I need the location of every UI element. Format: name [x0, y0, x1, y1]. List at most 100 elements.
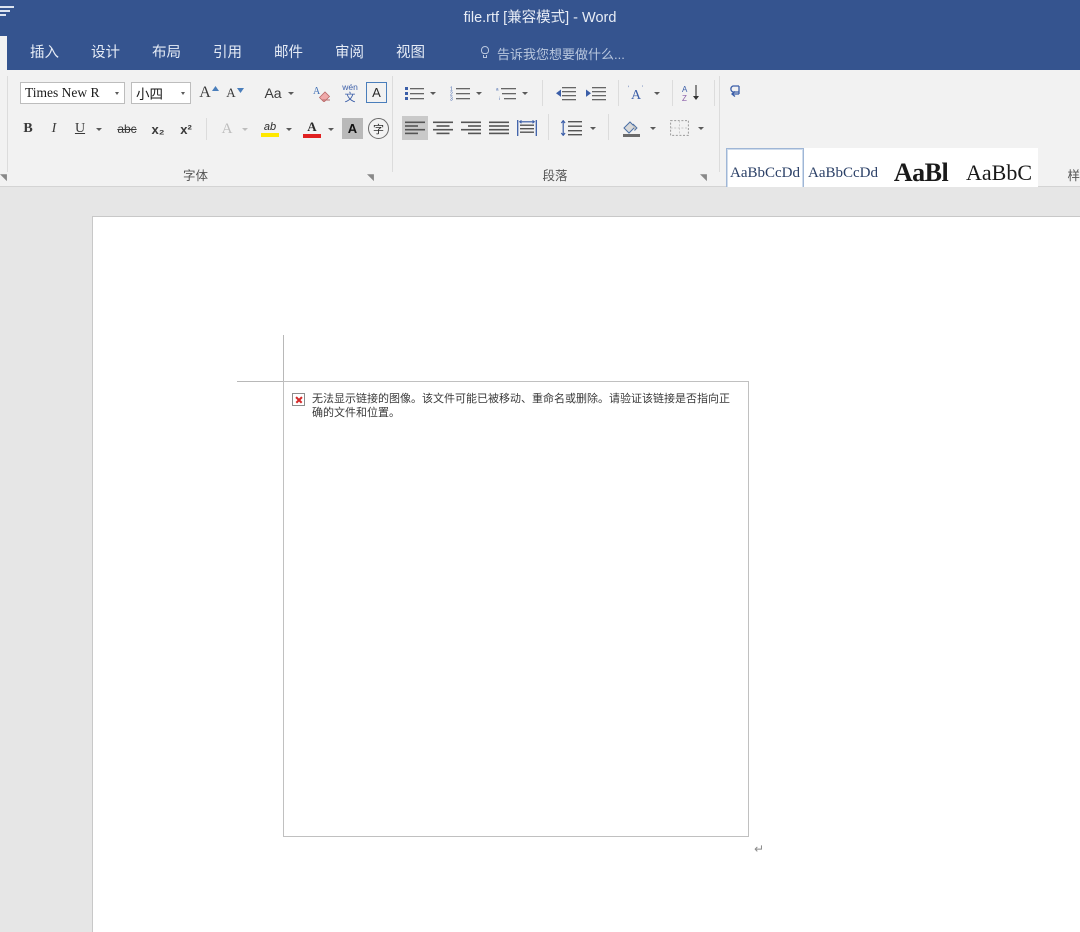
- enclose-characters-label: 字: [373, 123, 384, 136]
- paragraph-mark: ↵: [754, 842, 765, 856]
- font-group-label: 字体: [182, 169, 208, 183]
- font-size-combo[interactable]: 小四: [131, 82, 191, 104]
- align-right-icon[interactable]: [458, 116, 484, 140]
- sort-az-icon[interactable]: A Z: [680, 80, 706, 106]
- phonetic-guide-bottom: 文: [344, 91, 356, 104]
- asian-layout-icon[interactable]: A ‘ ’: [626, 82, 650, 104]
- paragraph-sep-5: [548, 114, 549, 140]
- borders-icon[interactable]: [666, 116, 692, 140]
- tab-review[interactable]: 审阅: [319, 36, 380, 70]
- bold-label: B: [23, 121, 33, 136]
- tell-me-placeholder: 告诉我您想要做什么...: [497, 46, 625, 62]
- paragraph-sep-6: [608, 114, 609, 140]
- change-case-button[interactable]: Aa: [258, 82, 300, 104]
- style-preview: AaBbCcDd: [808, 164, 878, 181]
- tab-view[interactable]: 视图: [380, 36, 441, 70]
- bullet-list-icon[interactable]: [402, 82, 426, 104]
- text-highlight-color-button[interactable]: ab: [258, 116, 282, 142]
- broken-image-red-x-icon: [292, 393, 305, 406]
- file-tab-sliver[interactable]: [0, 36, 7, 70]
- clear-formatting-icon[interactable]: A: [310, 82, 334, 104]
- numbered-list-dropdown[interactable]: [472, 82, 486, 104]
- paragraph-sep-1: [542, 80, 543, 106]
- font-color-dropdown[interactable]: [324, 118, 338, 140]
- strikethrough-button[interactable]: abc: [112, 118, 142, 140]
- character-border-icon[interactable]: A: [366, 82, 387, 103]
- underline-button[interactable]: U: [70, 118, 90, 140]
- broken-image-placeholder[interactable]: 无法显示链接的图像。该文件可能已被移动、重命名或删除。请验证该链接是否指向正确的…: [283, 381, 749, 837]
- shading-dropdown[interactable]: [646, 116, 660, 140]
- paragraph-group: 1 2 3 a i A ‘ ’ A Z 段落 ◥: [394, 70, 740, 186]
- ribbon: ◥ Times New R 小四 A A Aa A wén 文 A B I U …: [0, 70, 1080, 222]
- bullet-list-dropdown[interactable]: [426, 82, 440, 104]
- paragraph-sep-3: [672, 80, 673, 106]
- shading-icon[interactable]: [618, 116, 644, 140]
- superscript-button[interactable]: x²: [174, 118, 198, 140]
- tab-design[interactable]: 设计: [75, 36, 136, 70]
- line-spacing-icon[interactable]: [558, 116, 584, 140]
- phonetic-guide-top: wén: [342, 81, 358, 92]
- tab-insert[interactable]: 插入: [14, 36, 75, 70]
- italic-label: I: [51, 121, 57, 136]
- svg-text:a: a: [496, 86, 499, 91]
- margin-crop-mark-vertical: [283, 335, 284, 381]
- font-group: Times New R 小四 A A Aa A wén 文 A B I U ab…: [8, 70, 389, 186]
- font-color-label: A: [307, 119, 317, 134]
- paragraph-sep-2: [618, 80, 619, 106]
- font-name-combo[interactable]: Times New R: [20, 82, 125, 104]
- tab-references[interactable]: 引用: [197, 36, 258, 70]
- font-name-value: Times New R: [25, 85, 100, 100]
- text-effects-label: A: [221, 120, 233, 137]
- window-title: file.rtf [兼容模式] - Word: [463, 10, 617, 26]
- justify-icon[interactable]: [486, 116, 512, 140]
- chevron-down-icon[interactable]: [176, 91, 190, 95]
- subscript-button[interactable]: x₂: [146, 118, 170, 140]
- ribbon-tabs: 插入 设计 布局 引用 邮件 审阅 视图: [14, 36, 441, 70]
- character-shading-icon[interactable]: A: [342, 118, 363, 139]
- arrow-down-icon: [236, 87, 244, 93]
- document-canvas[interactable]: 无法显示链接的图像。该文件可能已被移动、重命名或删除。请验证该链接是否指向正确的…: [0, 187, 1080, 932]
- line-spacing-dropdown[interactable]: [586, 116, 600, 140]
- svg-text:3: 3: [450, 96, 453, 101]
- distributed-align-icon[interactable]: [514, 116, 540, 140]
- numbered-list-icon[interactable]: 1 2 3: [448, 82, 472, 104]
- text-effects-dropdown[interactable]: [238, 118, 252, 140]
- multilevel-list-dropdown[interactable]: [518, 82, 532, 104]
- subscript-label: x₂: [151, 121, 165, 137]
- paragraph-dialog-launcher[interactable]: ◥: [700, 172, 710, 182]
- svg-text:‘: ‘: [628, 86, 629, 92]
- shrink-font-label: A: [226, 85, 236, 100]
- tell-me-search[interactable]: 告诉我您想要做什么...: [480, 36, 625, 70]
- arrow-up-icon: [211, 86, 219, 91]
- increase-indent-icon[interactable]: [582, 82, 608, 104]
- multilevel-list-icon[interactable]: a i: [494, 82, 518, 104]
- font-dialog-launcher[interactable]: ◥: [367, 172, 377, 182]
- align-left-icon[interactable]: [402, 116, 428, 140]
- font-size-value: 小四: [136, 87, 163, 102]
- svg-text:’: ’: [642, 86, 643, 92]
- document-page[interactable]: 无法显示链接的图像。该文件可能已被移动、重命名或删除。请验证该链接是否指向正确的…: [92, 216, 1080, 932]
- style-preview: AaBl: [893, 158, 949, 187]
- italic-button[interactable]: I: [44, 118, 64, 140]
- text-highlight-dropdown[interactable]: [282, 118, 296, 140]
- grow-font-button[interactable]: A: [198, 82, 220, 104]
- tab-layout[interactable]: 布局: [136, 36, 197, 70]
- underline-dropdown[interactable]: [92, 118, 106, 140]
- borders-dropdown[interactable]: [694, 116, 708, 140]
- tab-mailings[interactable]: 邮件: [258, 36, 319, 70]
- font-color-button[interactable]: A: [300, 116, 324, 142]
- bold-button[interactable]: B: [18, 118, 38, 140]
- text-highlight-label: ab: [263, 121, 277, 133]
- enclose-characters-icon[interactable]: 字: [368, 118, 389, 139]
- decrease-indent-icon[interactable]: [552, 82, 578, 104]
- phonetic-guide-icon[interactable]: wén 文: [338, 80, 362, 106]
- svg-text:A: A: [682, 85, 688, 94]
- paragraph-group-label: 段落: [542, 169, 568, 183]
- title-bar: file.rtf [兼容模式] - Word: [0, 0, 1080, 36]
- paragraph-sep-4: [714, 80, 715, 106]
- shrink-font-button[interactable]: A: [224, 82, 246, 104]
- align-center-icon[interactable]: [430, 116, 456, 140]
- text-effects-button[interactable]: A: [216, 118, 238, 140]
- asian-layout-dropdown[interactable]: [650, 82, 664, 104]
- chevron-down-icon[interactable]: [110, 91, 124, 95]
